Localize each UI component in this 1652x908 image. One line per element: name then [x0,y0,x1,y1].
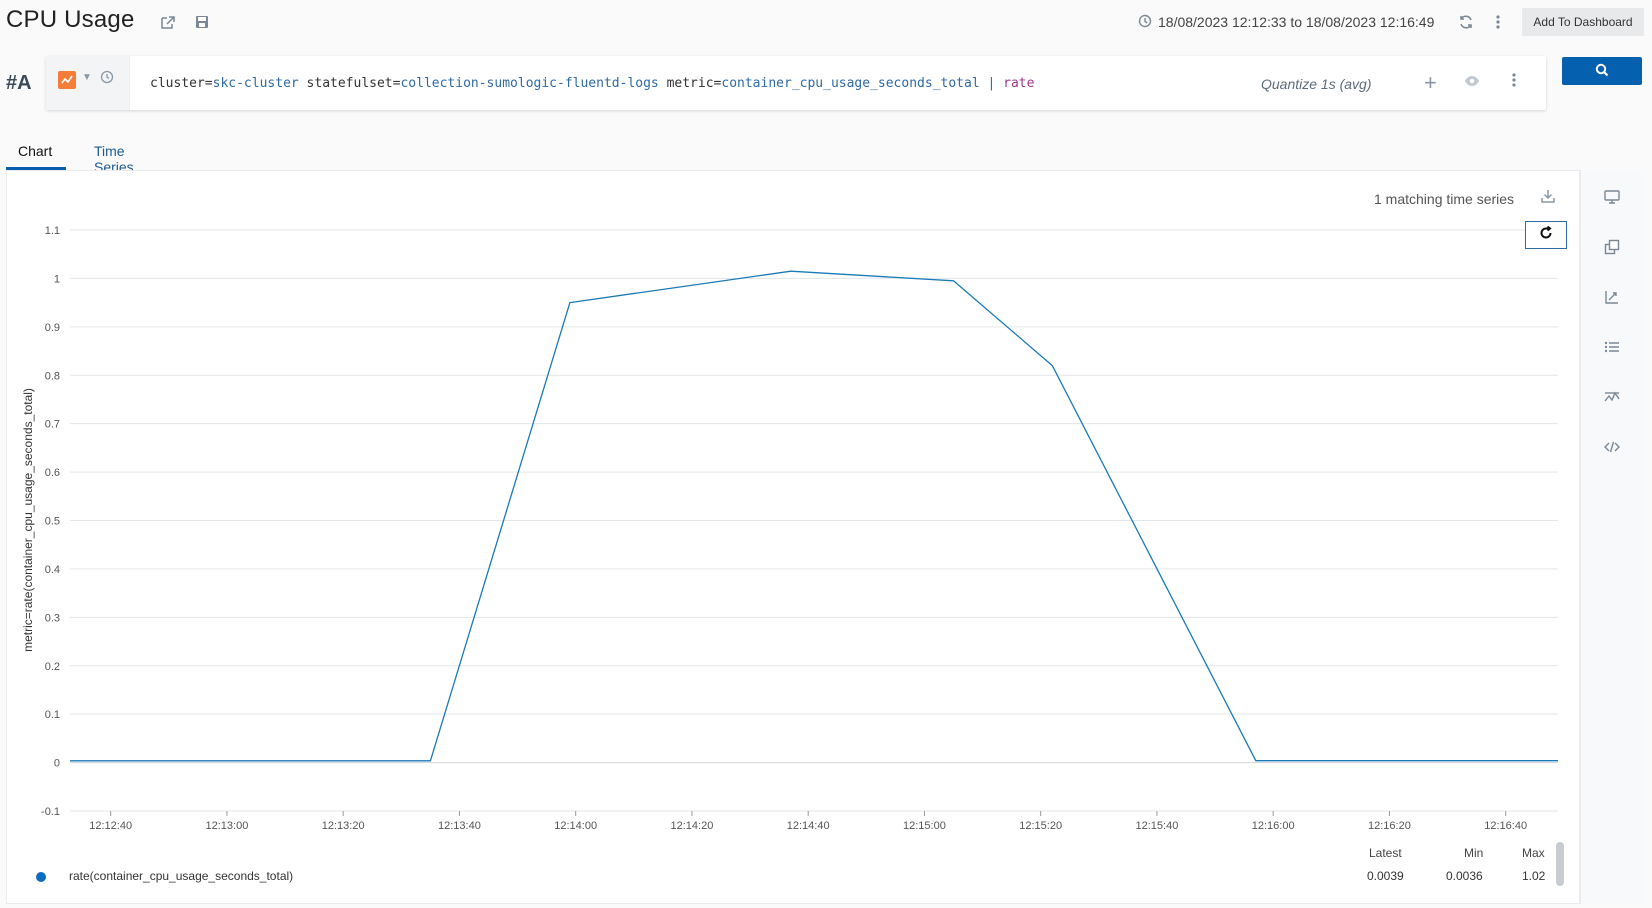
y-tick-label: 0.9 [45,322,60,334]
y-tick-label: -0.1 [41,806,60,818]
legend-series-name: rate(container_cpu_usage_seconds_total) [69,869,294,883]
legend-min-value: 0.0036 [1446,869,1483,883]
x-tick-label: 12:14:20 [671,820,714,832]
legend-max-value: 1.02 [1522,869,1546,883]
y-tick-label: 0.1 [45,709,60,721]
legend-row[interactable]: rate(container_cpu_usage_seconds_total) … [6,866,1566,890]
x-tick-label: 12:13:40 [438,820,481,832]
legend-header-min: Min [1464,846,1484,860]
x-tick-label: 12:16:00 [1252,820,1295,832]
list-icon[interactable] [1603,338,1621,356]
x-tick-label: 12:14:40 [787,820,830,832]
y-tick-label: 0 [54,758,60,770]
x-tick-label: 12:13:20 [322,820,365,832]
y-tick-label: 1.1 [45,225,60,237]
series-line [70,270,1558,762]
x-tick-label: 12:13:00 [206,820,249,832]
y-tick-label: 1 [54,273,60,285]
display-icon[interactable] [1603,188,1621,206]
y-tick-label: 0.5 [45,516,60,528]
y-tick-label: 0.8 [45,370,60,382]
line-chart: -0.1 0 0.1 0.2 0.3 0.4 0.5 0.6 0.7 0.8 0.9 1 1.1 12:… [21,225,1558,832]
code-icon[interactable] [1603,438,1621,456]
x-tick-label: 12:16:20 [1368,820,1411,832]
chart-settings-rail [1580,170,1642,904]
series-lines [70,270,1558,762]
y-tick-labels: -0.1 0 0.1 0.2 0.3 0.4 0.5 0.6 0.7 0.8 0.9 1 1.1 [41,225,60,818]
y-axis-label: metric=rate(container_cpu_usage_seconds_… [21,388,35,652]
x-tick-label: 12:15:00 [903,820,946,832]
legend-latest-value: 0.0039 [1367,869,1404,883]
reset-zoom-button[interactable] [1525,221,1567,249]
x-tick-label: 12:15:20 [1019,820,1062,832]
y-tick-label: 0.3 [45,612,60,624]
y-tick-label: 0.6 [45,467,60,479]
grid-lines [70,229,1558,812]
reset-icon [1538,225,1554,246]
threshold-icon[interactable] [1603,388,1621,406]
x-tick-label: 12:12:40 [89,820,132,832]
legend-scrollbar[interactable] [1556,842,1564,886]
x-tick-label: 12:14:00 [554,820,597,832]
x-tick-labels: 12:12:40 12:13:00 12:13:20 12:13:40 12:14:00… [89,811,1527,832]
series-color-dot [36,872,46,882]
x-tick-label: 12:16:40 [1484,820,1527,832]
copy-icon[interactable] [1603,238,1621,256]
y-tick-label: 0.2 [45,661,60,673]
x-tick-label: 12:15:40 [1136,820,1179,832]
legend-header-max: Max [1522,846,1545,860]
y-tick-label: 0.7 [45,419,60,431]
legend-header-latest: Latest [1369,846,1402,860]
axis-icon[interactable] [1603,288,1621,306]
y-tick-label: 0.4 [45,564,60,576]
